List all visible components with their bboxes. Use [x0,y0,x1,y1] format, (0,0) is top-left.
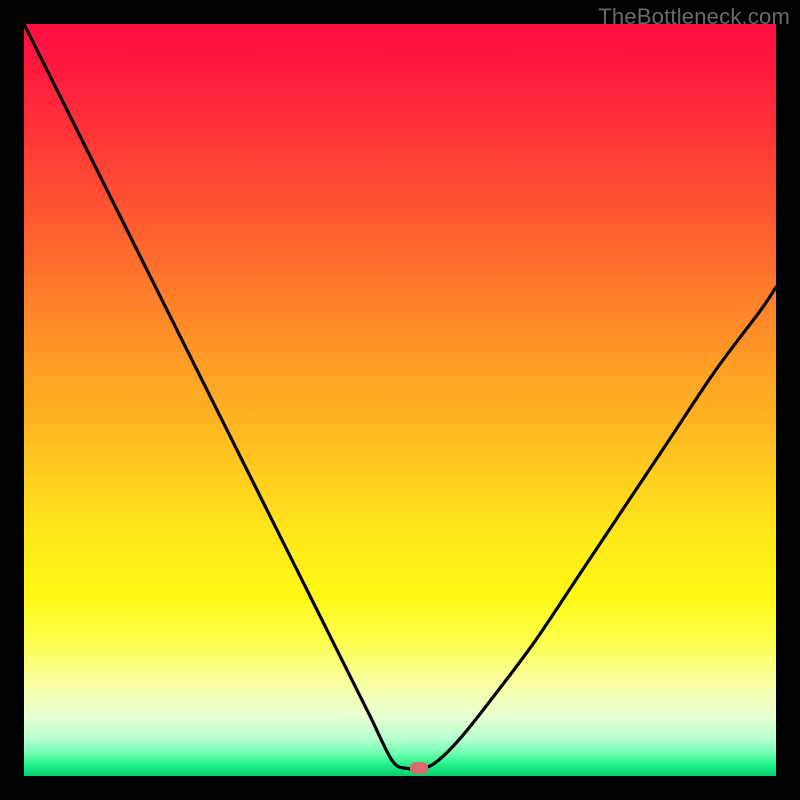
min-marker [410,762,428,774]
bottleneck-curve [24,24,776,776]
chart-frame: TheBottleneck.com [0,0,800,800]
watermark-text: TheBottleneck.com [598,4,790,30]
plot-area [24,24,776,776]
